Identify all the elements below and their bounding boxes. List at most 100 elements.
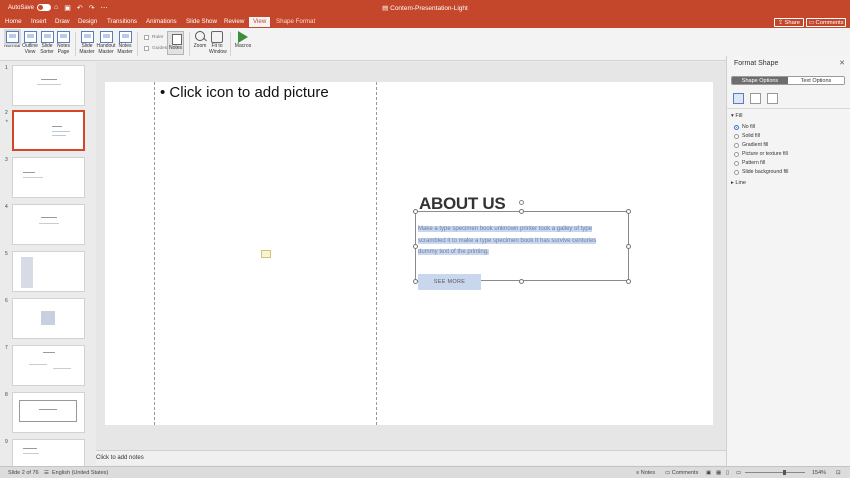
tab-home[interactable]: Home [5,18,22,25]
radio-icon [734,133,739,139]
fill-option-solid[interactable]: Solid fill [734,133,760,139]
spellcheck-icon[interactable]: ☰ [44,470,49,476]
slide-body-text[interactable]: Make a type specimen book unknown printe… [418,224,613,259]
slide-thumbnail-7[interactable] [12,345,85,386]
zoom-icon [194,31,206,43]
resize-handle[interactable] [626,279,631,284]
see-more-button[interactable]: SEE MORE [418,274,481,290]
options-segmented-control: Shape Options Text Options [731,76,845,85]
tab-shape-format[interactable]: Shape Format [276,18,315,25]
normal-view-icon [3,29,21,45]
notes-page-button[interactable]: Notes Page [56,31,71,55]
slide-thumbnail-3[interactable] [12,157,85,198]
slide-number: 8 [5,392,8,398]
handout-master-icon [99,31,113,43]
fill-section-header[interactable]: ▾ Fill [731,113,743,119]
placeholder-prompt: • Click icon to add picture [160,84,329,101]
comments-button[interactable]: ▭ Comments [806,18,846,27]
fill-option-slide-background[interactable]: Slide background fill [734,169,788,175]
resize-handle[interactable] [413,209,418,214]
resize-handle[interactable] [626,209,631,214]
document-title: ▤ Contem-Presentation-Light [382,5,468,12]
fill-option-picture[interactable]: Picture or texture fill [734,151,788,157]
tab-view[interactable]: View [249,17,271,28]
tab-animations[interactable]: Animations [146,18,177,25]
fit-slide-icon[interactable]: ⊡ [836,470,841,476]
picture-placeholder[interactable]: • Click icon to add picture [154,82,377,425]
tab-insert[interactable]: Insert [31,18,46,25]
resize-handle[interactable] [519,279,524,284]
pane-icon-tabs [733,93,778,104]
tab-transitions[interactable]: Transitions [107,18,137,25]
slide-sorter-button[interactable]: Slide Sorter [39,31,55,55]
notes-master-icon [118,31,132,43]
language-status[interactable]: English (United States) [52,470,108,476]
radio-icon [734,124,739,130]
fill-option-gradient[interactable]: Gradient fill [734,142,768,148]
notes-status-button[interactable]: ≡ Notes [636,470,655,476]
guides-checkbox[interactable]: Guides [144,46,167,51]
rotate-handle-icon[interactable] [519,200,524,205]
tab-slide-show[interactable]: Slide Show [186,18,217,25]
ruler-checkbox[interactable]: Ruler [144,35,163,40]
normal-view-button[interactable]: Normal [3,29,21,50]
star-icon: ★ [5,118,9,123]
line-section-header[interactable]: ▸ Line [731,180,746,186]
size-layout-icon[interactable] [767,93,778,104]
slide-thumbnail-9[interactable] [12,439,85,466]
outline-view-icon [23,31,37,43]
insert-picture-icon[interactable] [261,250,271,258]
slide-thumbnail-6[interactable] [12,298,85,339]
slide-number: 7 [5,345,8,351]
slide-number: 1 [5,65,8,71]
slide-number: 4 [5,204,8,210]
fit-to-window-button[interactable]: Fit to Window [209,31,227,55]
share-button[interactable]: ⇪ Share [774,18,804,27]
slide-thumbnail-2[interactable] [12,110,85,151]
slide-thumbnail-8[interactable] [12,392,85,433]
radio-icon [734,169,739,175]
fill-bucket-icon[interactable] [733,93,744,104]
divider [75,32,76,56]
fill-option-no-fill[interactable]: No fill [734,124,755,130]
macros-button[interactable]: Macros [234,31,252,50]
fill-option-pattern[interactable]: Pattern fill [734,160,765,166]
pentagon-effects-icon[interactable] [750,93,761,104]
slide-thumbnail-1[interactable] [12,65,85,106]
normal-view-icon[interactable]: ▣ [706,470,711,476]
pane-title: Format Shape [734,60,779,67]
tab-draw[interactable]: Draw [55,18,69,25]
notes-placeholder[interactable]: Click to add notes [96,455,144,461]
reading-view-icon[interactable]: ▯ [726,470,729,476]
slide[interactable]: • Click icon to add picture ABOUT US Mak… [105,82,713,425]
comments-status-button[interactable]: ▭ Comments [665,470,698,476]
tab-review[interactable]: Review [224,18,244,25]
slide-number: 9 [5,439,8,445]
ribbon-tabs: Home Insert Draw Design Transitions Anim… [0,17,850,28]
text-options-tab[interactable]: Text Options [788,77,844,84]
handout-master-button[interactable]: Handout Master [96,31,116,55]
checkbox-icon [144,35,149,40]
slide-master-button[interactable]: Slide Master [79,31,95,55]
resize-handle[interactable] [519,209,524,214]
slide-thumbnail-4[interactable] [12,204,85,245]
close-icon[interactable]: ✕ [839,59,845,67]
shape-options-tab[interactable]: Shape Options [732,77,788,84]
resize-handle[interactable] [626,244,631,249]
slide-sorter-icon [40,31,54,43]
radio-icon [734,160,739,166]
zoom-slider[interactable] [745,470,805,475]
notes-toggle-button[interactable]: Notes [167,31,184,55]
comment-icon: ▭ [808,20,816,26]
zoom-level[interactable]: 154% [812,470,826,476]
slide-thumbnails-panel[interactable]: 1 2 ★ 3 4 5 6 7 8 9 [0,62,96,466]
outline-view-button[interactable]: Outline View [22,31,38,55]
slide-sorter-icon[interactable]: ▦ [716,470,721,476]
zoom-button[interactable]: Zoom [192,31,208,50]
tab-design[interactable]: Design [78,18,97,25]
slide-thumbnail-5[interactable] [12,251,85,292]
radio-icon [734,151,739,157]
notes-pane[interactable]: Click to add notes [96,450,726,465]
slideshow-icon[interactable]: ▭ [736,470,741,476]
notes-master-button[interactable]: Notes Master [117,31,133,55]
